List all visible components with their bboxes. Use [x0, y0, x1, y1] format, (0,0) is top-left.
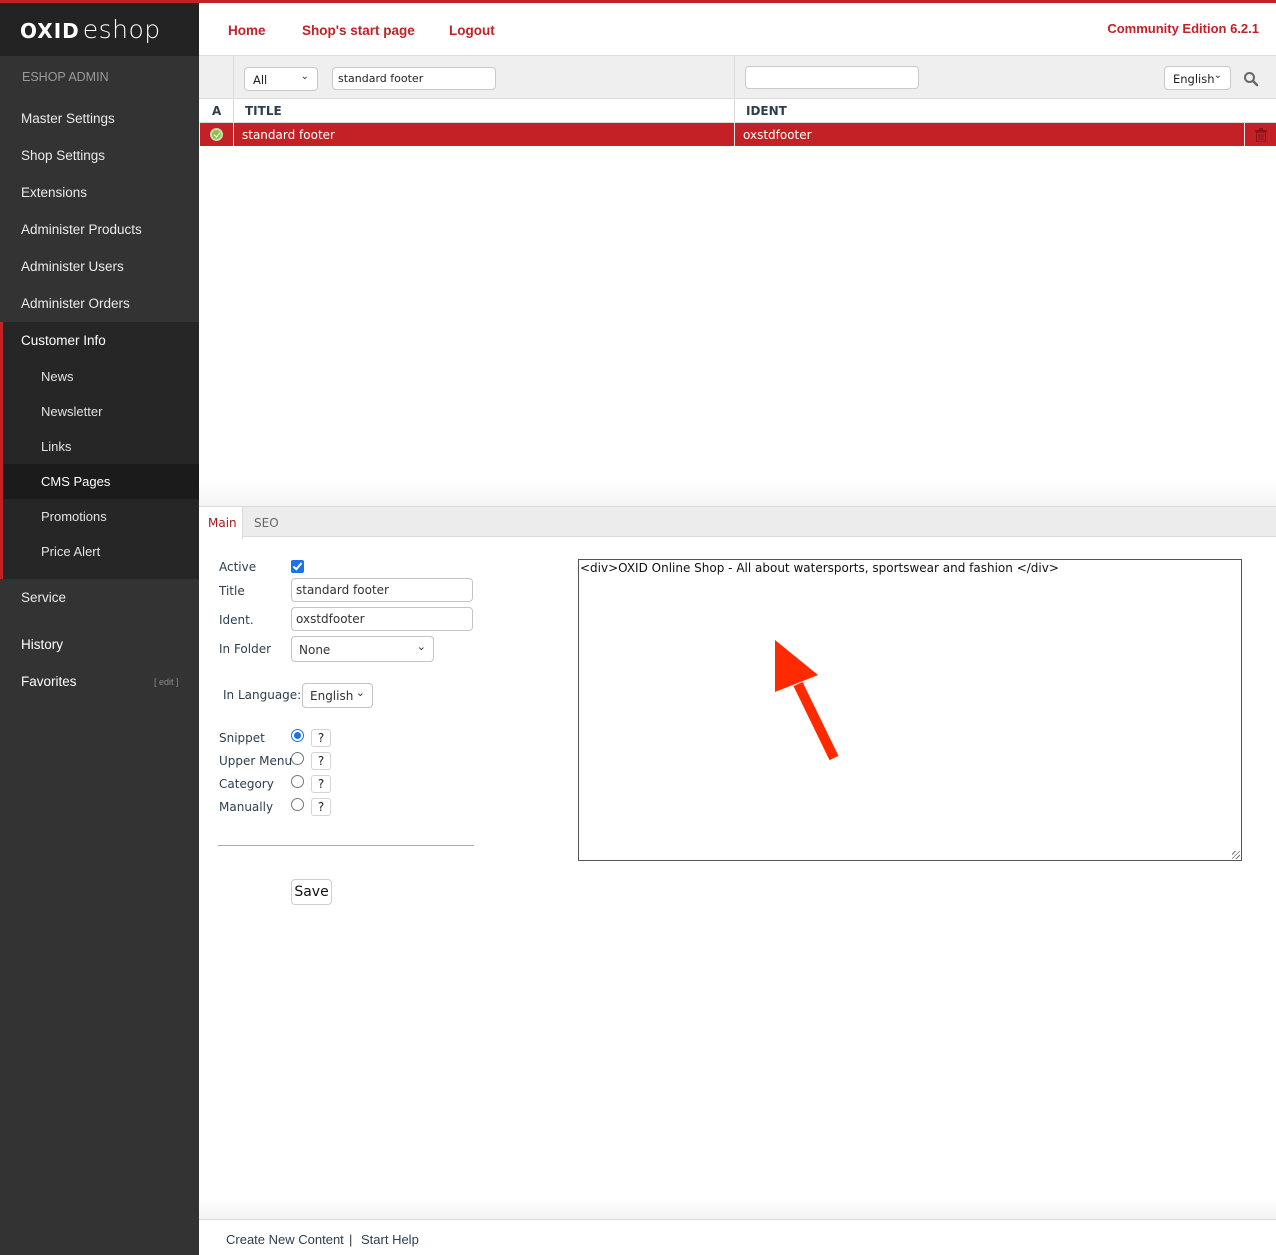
magnifier-icon[interactable]: [1243, 71, 1259, 87]
upper-menu-radio[interactable]: [291, 752, 304, 765]
chevron-down-icon: ⌄: [1213, 70, 1222, 81]
title-field[interactable]: standard footer: [291, 578, 473, 602]
folder-label: In Folder: [219, 642, 272, 656]
sidebar-subitem-promotions[interactable]: Promotions: [41, 509, 107, 524]
sidebar-item-administer-orders[interactable]: Administer Orders: [21, 296, 130, 311]
sidebar-subitem-links[interactable]: Links: [41, 439, 71, 454]
active-checkbox[interactable]: [291, 560, 304, 573]
annotation-arrow-icon: [775, 640, 839, 761]
manually-label: Manually: [219, 800, 274, 814]
trash-icon[interactable]: [1255, 128, 1267, 143]
form-divider: [218, 845, 474, 846]
top-header: Home Shop's start page Logout Community …: [199, 0, 1276, 56]
manually-help-button[interactable]: ?: [311, 798, 331, 816]
tab-main[interactable]: Main: [199, 507, 243, 539]
content-editor[interactable]: <div>OXID Online Shop - All about waters…: [578, 559, 1242, 861]
status-filter-value: All: [253, 73, 268, 87]
list-bottom-fade: [199, 480, 1276, 506]
list-header: A TITLE IDENT: [199, 99, 1276, 123]
snippet-radio[interactable]: [291, 729, 304, 742]
column-divider: [1244, 123, 1245, 146]
snippet-help-button[interactable]: ?: [311, 729, 331, 747]
sidebar-item-history[interactable]: History: [21, 637, 63, 652]
sidebar-item-master-settings[interactable]: Master Settings: [21, 111, 115, 126]
footer-separator: |: [349, 1232, 353, 1247]
category-help-button[interactable]: ?: [311, 775, 331, 793]
upper-menu-help-button[interactable]: ?: [311, 752, 331, 770]
title-label: Title: [219, 584, 245, 598]
sidebar-item-administer-products[interactable]: Administer Products: [21, 222, 142, 237]
column-divider: [233, 123, 234, 146]
oxid-logo[interactable]: OXID eshop: [20, 15, 161, 45]
ident-field[interactable]: oxstdfooter: [291, 607, 473, 631]
language-filter-value: English: [1173, 72, 1215, 86]
column-divider: [734, 123, 735, 146]
chevron-down-icon: ⌄: [300, 71, 309, 82]
column-divider: [734, 56, 735, 99]
create-new-content-link[interactable]: Create New Content: [226, 1232, 344, 1247]
language-label: In Language:: [223, 688, 302, 702]
title-filter-input[interactable]: standard footer: [332, 67, 496, 90]
language-select-value: English: [310, 689, 354, 703]
tab-bar: Main SEO: [199, 506, 1276, 539]
column-divider: [734, 99, 735, 123]
chevron-down-icon: ⌄: [416, 640, 426, 653]
filter-bar: All ⌄ standard footer English ⌄: [199, 56, 1276, 99]
column-header-title[interactable]: TITLE: [245, 104, 282, 118]
sidebar-group-customer-info: Customer Info News Newsletter Links CMS …: [0, 322, 199, 579]
sidebar-subitem-news[interactable]: News: [41, 369, 74, 384]
sidebar-subitem-cms-pages[interactable]: CMS Pages: [41, 474, 110, 489]
upper-menu-label: Upper Menu: [219, 754, 293, 768]
resize-handle[interactable]: [1232, 851, 1240, 859]
status-filter-select[interactable]: All ⌄: [244, 67, 318, 91]
save-button[interactable]: Save: [291, 879, 332, 905]
active-status-icon: [210, 128, 223, 141]
start-help-link[interactable]: Start Help: [361, 1232, 419, 1247]
chevron-down-icon: ⌄: [355, 686, 365, 699]
logout-link[interactable]: Logout: [449, 23, 495, 38]
favorites-edit-link[interactable]: [ edit ]: [154, 677, 179, 687]
sidebar-item-administer-users[interactable]: Administer Users: [21, 259, 124, 274]
sidebar-item-service[interactable]: Service: [21, 590, 66, 605]
column-divider: [233, 99, 234, 123]
tab-seo[interactable]: SEO: [245, 507, 288, 538]
ident-filter-input[interactable]: [745, 66, 919, 89]
ident-label: Ident.: [219, 613, 254, 627]
home-link[interactable]: Home: [228, 23, 266, 38]
manually-radio[interactable]: [291, 798, 304, 811]
sidebar-item-extensions[interactable]: Extensions: [21, 185, 87, 200]
snippet-label: Snippet: [219, 731, 265, 745]
folder-select-value: None: [299, 643, 331, 657]
column-header-active[interactable]: A: [212, 104, 221, 118]
sidebar-subitem-newsletter[interactable]: Newsletter: [41, 404, 102, 419]
footer-bar: Create New Content | Start Help: [199, 1219, 1276, 1255]
logo-area: OXID eshop: [0, 3, 199, 56]
active-label: Active: [219, 560, 257, 574]
sidebar-subitem-price-alert[interactable]: Price Alert: [41, 544, 100, 559]
logo-light: eshop: [82, 15, 161, 44]
language-select[interactable]: English ⌄: [302, 683, 373, 708]
folder-select[interactable]: None ⌄: [291, 636, 434, 662]
row-title[interactable]: standard footer: [242, 128, 335, 142]
column-header-ident[interactable]: IDENT: [746, 104, 787, 118]
table-row[interactable]: standard footer oxstdfooter: [200, 123, 1276, 146]
column-divider: [233, 56, 234, 99]
sidebar-item-shop-settings[interactable]: Shop Settings: [21, 148, 105, 163]
row-ident[interactable]: oxstdfooter: [743, 128, 812, 142]
language-filter-select[interactable]: English ⌄: [1164, 66, 1231, 90]
category-radio[interactable]: [291, 775, 304, 788]
footer-fade: [199, 1200, 1276, 1219]
shop-start-page-link[interactable]: Shop's start page: [302, 23, 415, 38]
sidebar-item-customer-info[interactable]: Customer Info: [21, 333, 106, 348]
logo-bold: OXID: [20, 19, 80, 43]
content-text: <div>OXID Online Shop - All about waters…: [580, 561, 1059, 575]
sidebar-item-favorites[interactable]: Favorites: [21, 674, 77, 689]
eshop-admin-label: ESHOP ADMIN: [22, 70, 109, 84]
edition-label: Community Edition 6.2.1: [1107, 21, 1259, 36]
category-label: Category: [219, 777, 274, 791]
sidebar: OXID eshop ESHOP ADMIN Master Settings Sh…: [0, 0, 199, 1255]
